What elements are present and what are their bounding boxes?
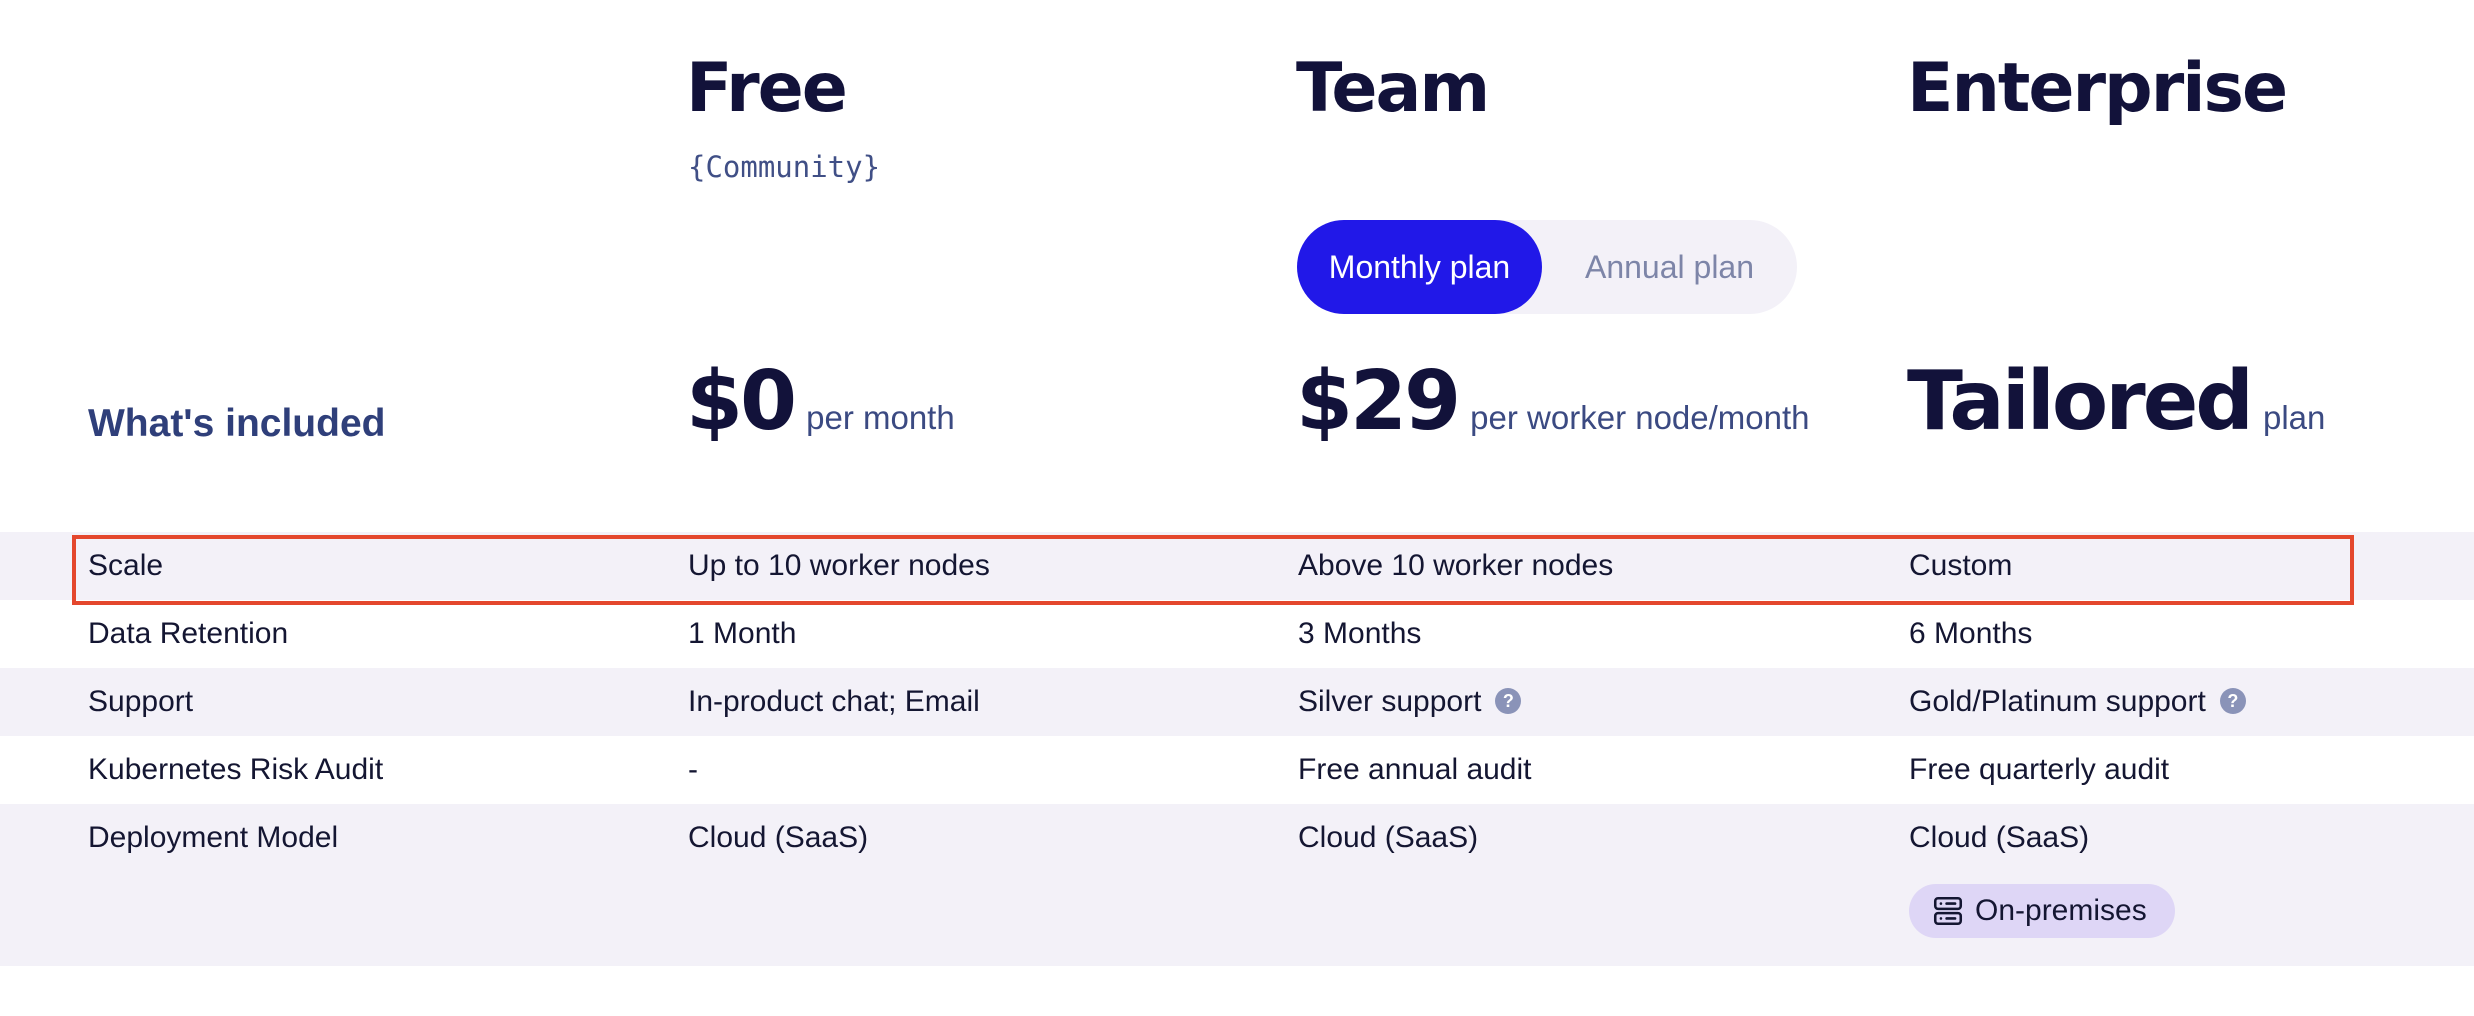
cell-team: Silver support? (1298, 668, 1522, 736)
plan-name-team: Team (1296, 49, 1490, 128)
cell-free: Up to 10 worker nodes (688, 549, 990, 582)
plan-subtitle-free: {Community} (688, 150, 881, 184)
whats-included-heading: What's included (88, 402, 386, 445)
cell-enterprise: Gold/Platinum support? (1909, 668, 2246, 736)
row-support: Support In-product chat; Email Silver su… (0, 668, 2474, 736)
on-premises-badge: On-premises (1909, 884, 2175, 938)
cell-team: Above 10 worker nodes (1298, 549, 1614, 582)
plan-name-free: Free (686, 49, 848, 128)
row-label: Data Retention (88, 617, 289, 650)
server-icon (1933, 896, 1963, 926)
cell-free: 1 Month (688, 617, 797, 650)
annual-plan-option[interactable]: Annual plan (1542, 220, 1797, 314)
price-free: $0 per month (686, 354, 955, 464)
price-amount-enterprise: Tailored (1907, 354, 2254, 449)
on-premises-label: On-premises (1975, 894, 2147, 927)
price-amount-team: $29 (1296, 354, 1461, 449)
help-icon[interactable]: ? (2219, 688, 2246, 715)
row-label: Kubernetes Risk Audit (88, 753, 384, 786)
monthly-plan-option[interactable]: Monthly plan (1297, 220, 1542, 314)
cell-enterprise-text: Gold/Platinum support (1909, 685, 2206, 718)
price-amount-free: $0 (686, 354, 797, 449)
cell-enterprise: 6 Months (1909, 617, 2033, 650)
cell-team-text: Silver support (1298, 685, 1482, 718)
price-team: $29 per worker node/month (1296, 354, 1810, 464)
row-scale: Scale Up to 10 worker nodes Above 10 wor… (0, 532, 2474, 600)
row-data-retention: Data Retention 1 Month 3 Months 6 Months (0, 600, 2474, 668)
price-unit-team: per worker node/month (1470, 399, 1810, 436)
cell-team: Free annual audit (1298, 753, 1532, 786)
billing-toggle: Monthly plan Annual plan (1297, 220, 1797, 314)
price-unit-enterprise: plan (2263, 399, 2326, 436)
cell-team: Cloud (SaaS) (1298, 821, 1479, 854)
price-unit-free: per month (806, 399, 955, 436)
row-label: Scale (88, 549, 164, 582)
plan-name-enterprise: Enterprise (1907, 49, 2288, 128)
row-kubernetes-risk-audit: Kubernetes Risk Audit - Free annual audi… (0, 736, 2474, 804)
row-label: Support (88, 685, 194, 718)
cell-free: In-product chat; Email (688, 685, 980, 718)
cell-enterprise: Custom (1909, 549, 2013, 582)
row-label: Deployment Model (88, 821, 339, 854)
cell-enterprise: Cloud (SaaS) (1909, 821, 2090, 854)
cell-enterprise: Free quarterly audit (1909, 753, 2170, 786)
cell-team: 3 Months (1298, 617, 1422, 650)
cell-free: Cloud (SaaS) (688, 821, 869, 854)
pricing-comparison: Free Team Enterprise {Community} Monthly… (0, 0, 2474, 1016)
help-icon[interactable]: ? (1495, 688, 1522, 715)
cell-free: - (688, 753, 698, 786)
price-enterprise: Tailored plan (1907, 354, 2325, 464)
